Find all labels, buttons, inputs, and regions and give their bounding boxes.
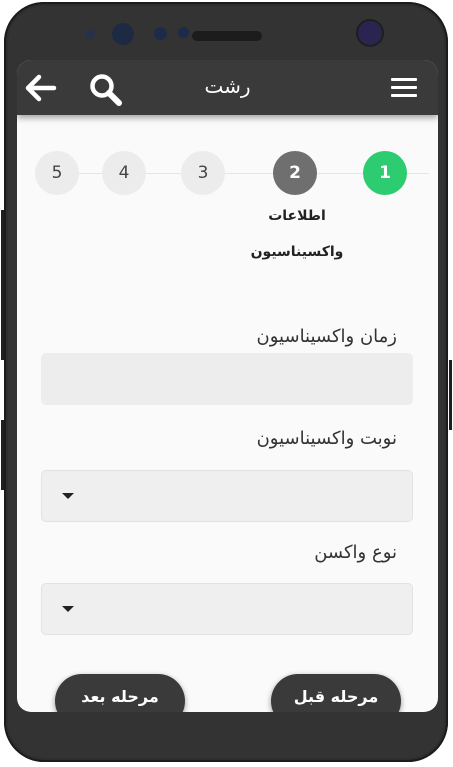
vaccine-type-select[interactable] bbox=[41, 583, 413, 635]
current-step-label-line2: واکسیناسیون bbox=[250, 244, 344, 260]
front-camera bbox=[358, 21, 382, 45]
next-step-button[interactable]: مرحله بعد bbox=[55, 674, 185, 712]
vaccination-time-label: زمان واکسیناسیون bbox=[256, 326, 397, 347]
sensor-dot bbox=[85, 29, 95, 39]
hamburger-menu-icon[interactable] bbox=[391, 78, 419, 98]
app-screen: رشت 5 4 3 2 1 اطلاعات واکسیناسیون زمان و… bbox=[17, 60, 438, 712]
side-button bbox=[1, 210, 4, 360]
dropdown-caret-icon bbox=[62, 606, 74, 612]
vaccination-time-input[interactable] bbox=[41, 353, 413, 405]
current-step-label: اطلاعات واکسیناسیون bbox=[242, 198, 352, 270]
previous-step-button[interactable]: مرحله قبل bbox=[271, 674, 401, 712]
vaccination-dose-select[interactable] bbox=[41, 470, 413, 522]
page-title: رشت bbox=[204, 74, 251, 98]
vaccine-type-label: نوع واکسن bbox=[314, 542, 397, 563]
dropdown-caret-icon bbox=[62, 493, 74, 499]
speaker-grille bbox=[192, 31, 262, 41]
step-5[interactable]: 5 bbox=[35, 151, 79, 195]
step-2[interactable]: 2 bbox=[273, 151, 317, 195]
sensor-dot bbox=[154, 27, 167, 40]
app-bar: رشت bbox=[17, 60, 438, 115]
side-button bbox=[1, 420, 4, 490]
sensor-dot bbox=[178, 27, 189, 38]
camera-lens bbox=[112, 23, 134, 45]
step-4[interactable]: 4 bbox=[102, 151, 146, 195]
step-1[interactable]: 1 bbox=[363, 151, 407, 195]
side-button bbox=[449, 360, 452, 430]
step-3[interactable]: 3 bbox=[181, 151, 225, 195]
current-step-label-line1: اطلاعات bbox=[268, 208, 326, 224]
vaccination-dose-label: نوبت واکسیناسیون bbox=[256, 428, 397, 449]
